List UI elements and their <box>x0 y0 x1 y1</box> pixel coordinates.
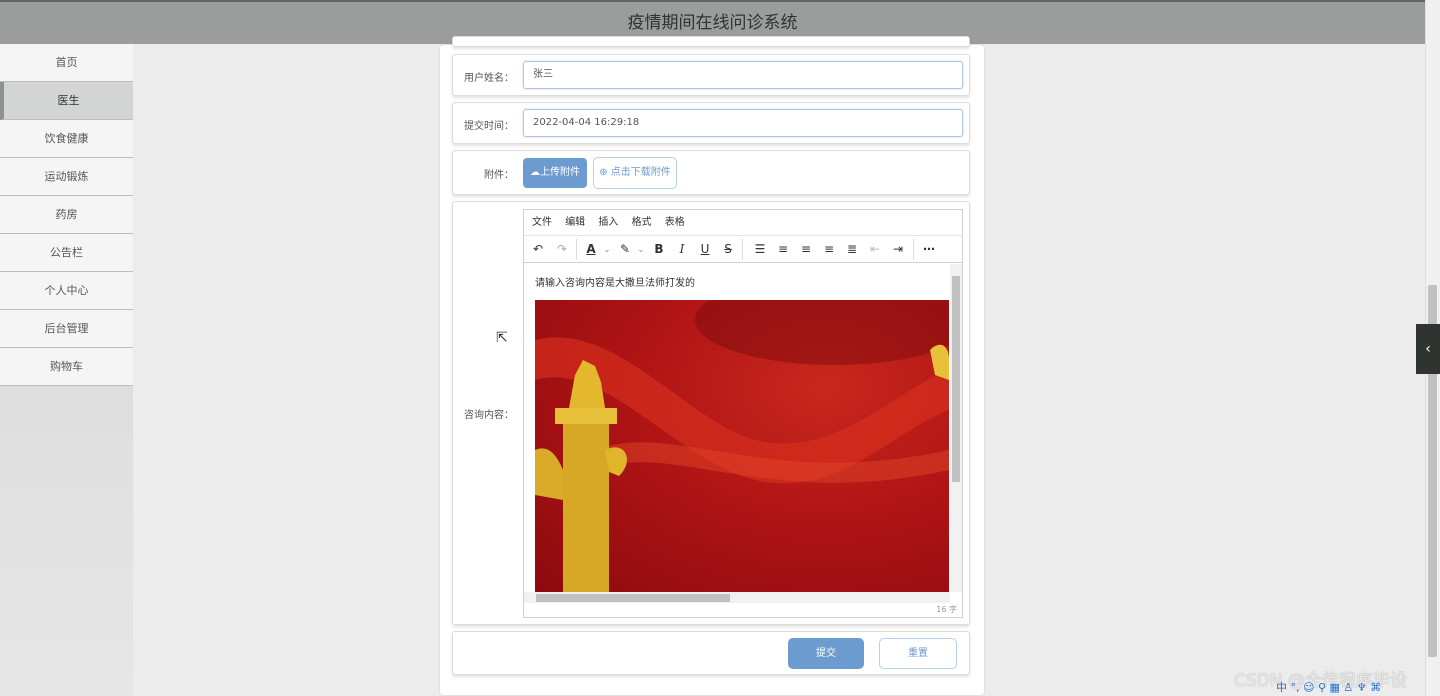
sidebar-item-profile[interactable]: 个人中心 <box>0 272 133 310</box>
form-row-partial <box>452 36 970 47</box>
more-icon[interactable]: ⋯ <box>920 236 938 263</box>
upload-attachment-label: 上传附件 <box>540 167 580 178</box>
editor-menubar: 文件 编辑 插入 格式 表格 <box>524 210 962 236</box>
editor-horizontal-scrollbar[interactable] <box>524 592 950 603</box>
embedded-image-art <box>535 300 949 592</box>
upload-attachment-button[interactable]: ☁上传附件 <box>523 158 587 188</box>
sidebar-item-admin[interactable]: 后台管理 <box>0 310 133 348</box>
editor-text: 请输入咨询内容是大撒旦法师打发的 <box>535 278 695 289</box>
mouse-cursor-icon: ⇱ <box>496 330 508 346</box>
scrollbar-thumb[interactable] <box>536 594 730 602</box>
scrollbar-thumb[interactable] <box>952 276 960 482</box>
toolbar-divider <box>742 239 743 260</box>
sidebar-item-bulletin[interactable]: 公告栏 <box>0 234 133 272</box>
chevron-left-icon[interactable]: ‹ <box>1416 324 1440 374</box>
sidebar-item-cart[interactable]: 购物车 <box>0 348 133 386</box>
submit-time-label: 提交时间： <box>464 121 514 132</box>
editor-toolbar: ↶ ↷ A ⌄ ✎ ⌄ B I U S ☰ ≡ ≡ ≡ ≣ ⇤ ⇥ ⋯ <box>524 236 962 263</box>
download-icon: ⊕ <box>599 167 611 178</box>
menu-format[interactable]: 格式 <box>632 217 652 228</box>
align-left-icon[interactable]: ≡ <box>774 236 792 263</box>
bold-icon[interactable]: B <box>650 236 668 263</box>
sidebar: 首页 医生 饮食健康 运动锻炼 药房 公告栏 个人中心 后台管理 购物车 <box>0 44 133 696</box>
sidebar-item-pharmacy[interactable]: 药房 <box>0 196 133 234</box>
outdent-icon[interactable]: ⇤ <box>866 236 884 263</box>
form-row-username: 用户姓名： 张三 <box>452 54 970 96</box>
content-label: 咨询内容： <box>464 410 514 421</box>
align-center-icon[interactable]: ≡ <box>797 236 815 263</box>
menu-edit[interactable]: 编辑 <box>565 217 585 228</box>
attachment-label: 附件： <box>484 170 514 181</box>
align-justify-icon[interactable]: ≣ <box>843 236 861 263</box>
toolbar-divider <box>913 239 914 260</box>
cloud-upload-icon: ☁ <box>530 167 540 178</box>
chevron-down-icon[interactable]: ⌄ <box>598 236 616 263</box>
form-row-submit-time: 提交时间： 2022-04-04 16:29:18 <box>452 102 970 144</box>
indent-icon[interactable]: ⇥ <box>889 236 907 263</box>
align-right-icon[interactable]: ≡ <box>820 236 838 263</box>
sidebar-item-doctor[interactable]: 医生 <box>0 82 133 120</box>
redo-icon[interactable]: ↷ <box>553 236 571 263</box>
menu-insert[interactable]: 插入 <box>598 217 618 228</box>
form-row-attachment: 附件： ☁上传附件 ⊕ 点击下载附件 <box>452 150 970 195</box>
chevron-down-icon[interactable]: ⌄ <box>632 236 650 263</box>
username-field[interactable]: 张三 <box>523 61 963 89</box>
editor-vertical-scrollbar[interactable] <box>950 264 962 592</box>
menu-file[interactable]: 文件 <box>532 217 552 228</box>
download-attachment-button[interactable]: ⊕ 点击下载附件 <box>593 157 677 189</box>
underline-icon[interactable]: U <box>696 236 714 263</box>
embedded-image <box>535 300 949 592</box>
submit-button[interactable]: 提交 <box>788 638 864 669</box>
form-row-actions: 提交 重置 <box>452 631 970 675</box>
undo-icon[interactable]: ↶ <box>529 236 547 263</box>
submit-time-field[interactable]: 2022-04-04 16:29:18 <box>523 109 963 137</box>
download-attachment-label: 点击下载附件 <box>610 167 671 178</box>
line-height-icon[interactable]: ☰ <box>751 236 769 263</box>
reset-button[interactable]: 重置 <box>879 638 957 669</box>
editor-content[interactable]: 请输入咨询内容是大撒旦法师打发的 <box>524 264 962 592</box>
italic-icon[interactable]: I <box>673 236 691 263</box>
toolbar-divider <box>576 239 577 260</box>
sidebar-item-exercise[interactable]: 运动锻炼 <box>0 158 133 196</box>
ime-tray[interactable]: 中 °, ☺ ⚲ ▦ ♙ ♆ ⌘ <box>1276 679 1381 696</box>
rich-text-editor[interactable]: 文件 编辑 插入 格式 表格 ↶ ↷ A ⌄ ✎ ⌄ B I U S ☰ ≡ ≡… <box>523 209 963 618</box>
strikethrough-icon[interactable]: S <box>719 236 737 263</box>
menu-table[interactable]: 表格 <box>665 217 685 228</box>
form-row-content: 咨询内容： 文件 编辑 插入 格式 表格 ↶ ↷ A ⌄ ✎ ⌄ B I U S… <box>452 201 970 625</box>
sidebar-item-diet-health[interactable]: 饮食健康 <box>0 120 133 158</box>
username-label: 用户姓名： <box>464 73 514 84</box>
sidebar-item-home[interactable]: 首页 <box>0 44 133 82</box>
word-count: 16 字 <box>936 605 957 614</box>
